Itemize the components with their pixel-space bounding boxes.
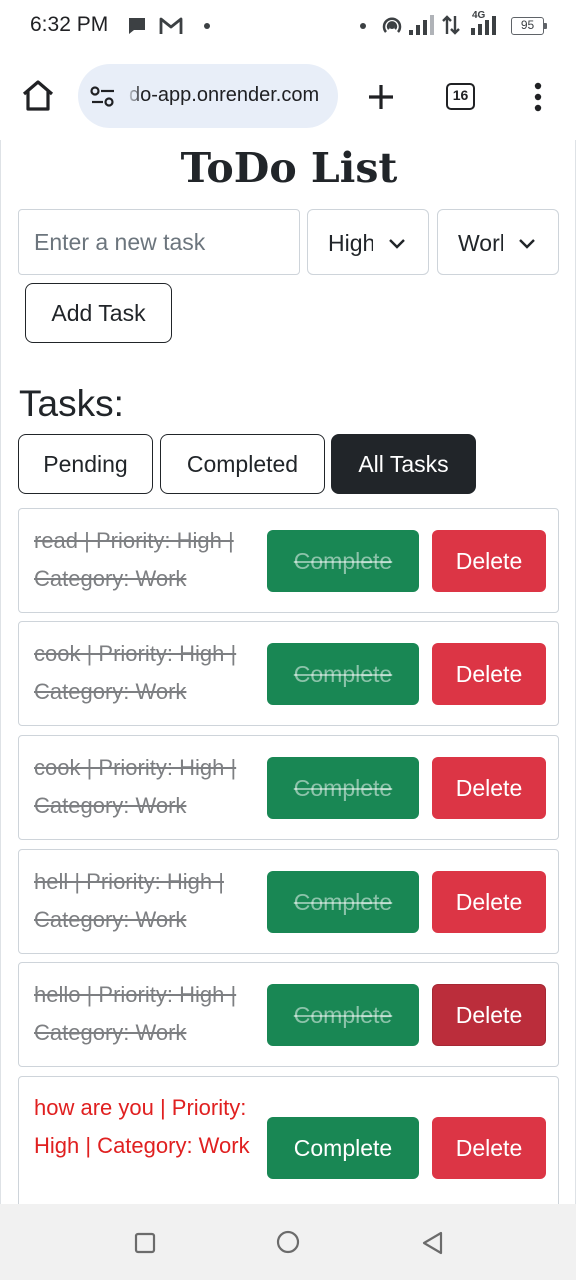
data-arrows-icon — [441, 14, 461, 41]
chevron-down-icon — [388, 237, 406, 255]
complete-button[interactable]: Complete — [267, 643, 419, 705]
filter-completed-button[interactable]: Completed — [160, 434, 325, 494]
task-text: cook | Priority: High | Category: Work — [34, 755, 237, 818]
delete-button[interactable]: Delete — [432, 871, 546, 933]
task-text: hello | Priority: High | Category: Work — [34, 982, 237, 1045]
complete-button[interactable]: Complete — [267, 871, 419, 933]
url-fade — [126, 78, 142, 114]
task-item: read | Priority: High | Category: Work C… — [18, 508, 559, 613]
browser-toolbar: do-app.onrender.com 16 — [0, 52, 576, 140]
status-bar: 6:32 PM 4G 95 — [0, 0, 576, 52]
address-bar[interactable]: do-app.onrender.com — [78, 64, 338, 128]
category-select[interactable]: Work — [437, 209, 559, 275]
filter-all-tasks-button[interactable]: All Tasks — [331, 434, 476, 494]
add-task-button[interactable]: Add Task — [25, 283, 172, 343]
home-icon[interactable] — [20, 78, 56, 117]
signal-icon — [408, 14, 438, 41]
priority-select-value: High — [328, 230, 373, 256]
delete-button[interactable]: Delete — [432, 643, 546, 705]
battery-icon: 95 — [511, 17, 547, 35]
gmail-icon — [159, 16, 183, 41]
complete-button[interactable]: Complete — [267, 757, 419, 819]
priority-select[interactable]: High — [307, 209, 429, 275]
task-item: cook | Priority: High | Category: Work C… — [18, 621, 559, 726]
back-triangle-icon[interactable] — [421, 1230, 445, 1261]
task-item: hello | Priority: High | Category: Work … — [18, 962, 559, 1067]
system-nav-bar — [0, 1204, 576, 1280]
task-text: cook | Priority: High | Category: Work — [34, 641, 237, 704]
signal-4g-icon: 4G — [470, 10, 502, 36]
delete-button[interactable]: Delete — [432, 1117, 546, 1179]
task-item: hell | Priority: High | Category: Work C… — [18, 849, 559, 954]
delete-button[interactable]: Delete — [432, 530, 546, 592]
delete-button[interactable]: Delete — [432, 984, 546, 1046]
filter-pending-button[interactable]: Pending — [18, 434, 153, 494]
tab-switcher-icon[interactable]: 16 — [446, 83, 475, 110]
new-tab-plus-icon[interactable] — [366, 82, 396, 117]
task-text: hell | Priority: High | Category: Work — [34, 869, 224, 932]
complete-button[interactable]: Complete — [267, 1117, 419, 1179]
recents-square-icon[interactable] — [134, 1232, 156, 1259]
todo-page: ToDo List High Work Add Task Tasks: Pend… — [0, 140, 576, 1204]
category-select-value: Work — [458, 230, 503, 256]
task-item: cook | Priority: High | Category: Work C… — [18, 735, 559, 840]
task-text: how are you | Priority: High | Category:… — [34, 1095, 250, 1158]
hotspot-icon — [380, 14, 404, 43]
delete-button[interactable]: Delete — [432, 757, 546, 819]
status-time: 6:32 PM — [30, 13, 109, 36]
tasks-heading: Tasks: — [19, 383, 124, 424]
more-vert-icon[interactable] — [533, 82, 543, 117]
complete-button[interactable]: Complete — [267, 984, 419, 1046]
url-text: do-app.onrender.com — [129, 84, 320, 106]
task-text: read | Priority: High | Category: Work — [34, 528, 234, 591]
home-circle-icon[interactable] — [276, 1230, 300, 1259]
task-input[interactable] — [18, 209, 300, 275]
notification-dot — [204, 23, 210, 29]
chat-bubble-icon — [126, 15, 148, 42]
site-settings-icon[interactable] — [90, 86, 116, 113]
chevron-down-icon — [518, 237, 536, 255]
notification-dot — [360, 23, 366, 29]
page-title: ToDo List — [180, 144, 398, 192]
task-item: how are you | Priority: High | Category:… — [18, 1076, 559, 1204]
complete-button[interactable]: Complete — [267, 530, 419, 592]
